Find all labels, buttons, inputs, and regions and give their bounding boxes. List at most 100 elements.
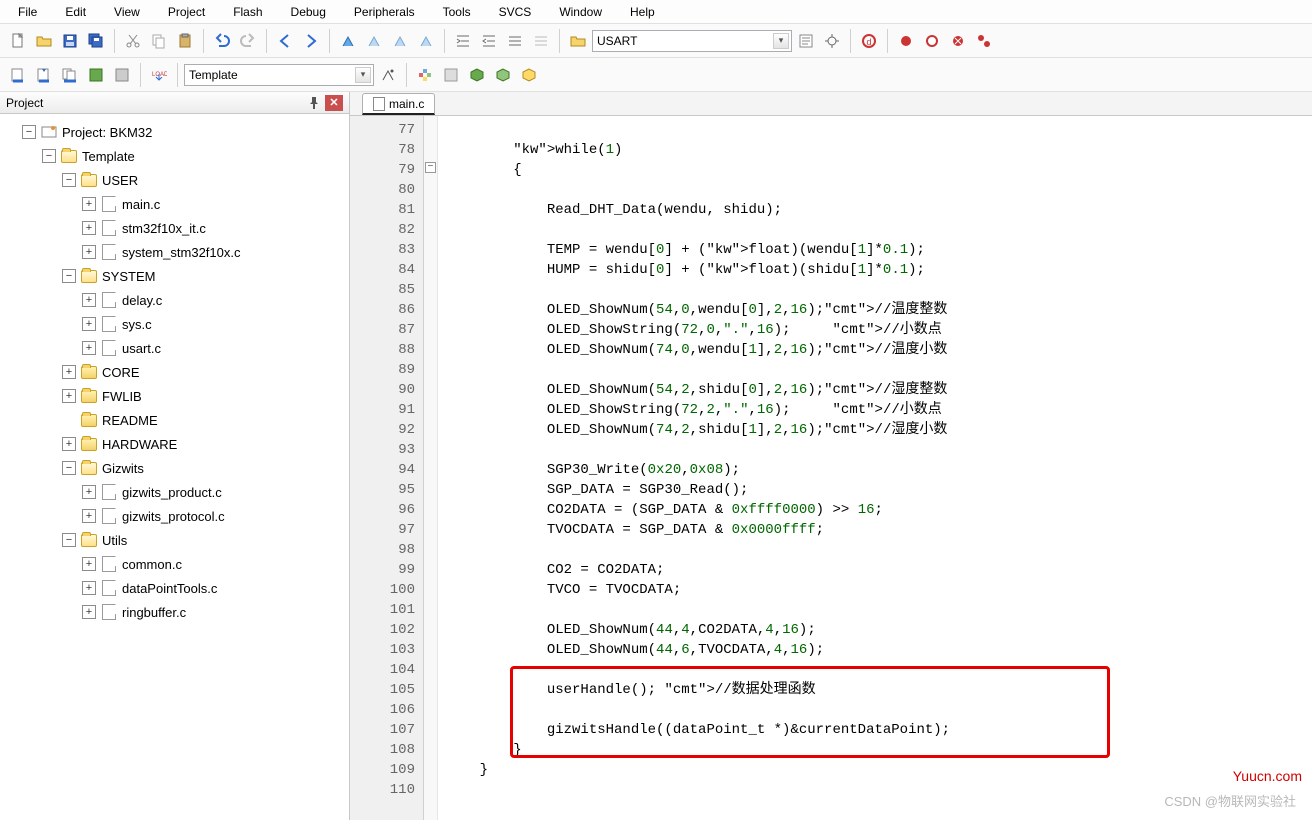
tree-node-fwlib[interactable]: +FWLIB: [4, 384, 345, 408]
tree-file[interactable]: +dataPointTools.c: [4, 576, 345, 600]
uncomment-button[interactable]: [529, 29, 553, 53]
target-select[interactable]: USART ▾: [592, 30, 792, 52]
nav-back-button[interactable]: [273, 29, 297, 53]
tree-file[interactable]: +stm32f10x_it.c: [4, 216, 345, 240]
rebuild-button[interactable]: [58, 63, 82, 87]
menu-peripherals[interactable]: Peripherals: [340, 3, 429, 21]
fold-collapse-icon[interactable]: −: [425, 162, 436, 173]
menu-file[interactable]: File: [4, 3, 51, 21]
tree-file[interactable]: +main.c: [4, 192, 345, 216]
pack-gold-button[interactable]: [517, 63, 541, 87]
menu-view[interactable]: View: [100, 3, 154, 21]
tree-label: dataPointTools.c: [122, 581, 217, 596]
menu-edit[interactable]: Edit: [51, 3, 100, 21]
translate-button[interactable]: [6, 63, 30, 87]
tree-file[interactable]: +delay.c: [4, 288, 345, 312]
menu-help[interactable]: Help: [616, 3, 669, 21]
stop-build-button[interactable]: [110, 63, 134, 87]
project-pane: Project ✕ −Project: BKM32 −Template −USE…: [0, 92, 350, 820]
outdent-button[interactable]: [477, 29, 501, 53]
menu-debug[interactable]: Debug: [277, 3, 340, 21]
target-select-value: USART: [597, 34, 637, 48]
config-select-value: Template: [189, 68, 238, 82]
nav-forward-button[interactable]: [299, 29, 323, 53]
tree-file[interactable]: +gizwits_product.c: [4, 480, 345, 504]
editor-tabstrip: main.c: [350, 92, 1312, 116]
chevron-down-icon: ▾: [773, 33, 789, 49]
code-editor[interactable]: 7778798081828384858687888990919293949596…: [350, 116, 1312, 820]
config-select[interactable]: Template ▾: [184, 64, 374, 86]
download-button[interactable]: LOAD: [147, 63, 171, 87]
tree-root-label: Project: BKM32: [62, 125, 152, 140]
breakpoint-insert-button[interactable]: [894, 29, 918, 53]
manage-rte-button[interactable]: [413, 63, 437, 87]
tree-node-system[interactable]: −SYSTEM: [4, 264, 345, 288]
pin-icon[interactable]: [305, 95, 323, 111]
tree-node-core[interactable]: +CORE: [4, 360, 345, 384]
cfile-icon: [100, 315, 118, 333]
breakpoint-window-button[interactable]: [972, 29, 996, 53]
pack-installer-button[interactable]: [465, 63, 489, 87]
bookmark-next-button[interactable]: [388, 29, 412, 53]
copy-button[interactable]: [147, 29, 171, 53]
cfile-icon: [373, 97, 385, 111]
editor-tab-label: main.c: [389, 97, 424, 111]
pack-green-button[interactable]: [491, 63, 515, 87]
tree-node-hardware[interactable]: +HARDWARE: [4, 432, 345, 456]
main-toolbar: USART ▾ d: [0, 24, 1312, 58]
menu-svcs[interactable]: SVCS: [485, 3, 546, 21]
breakpoint-kill-button[interactable]: [946, 29, 970, 53]
undo-button[interactable]: [210, 29, 234, 53]
tree-label: system_stm32f10x.c: [122, 245, 241, 260]
cut-button[interactable]: [121, 29, 145, 53]
bookmark-clear-button[interactable]: [414, 29, 438, 53]
paste-button[interactable]: [173, 29, 197, 53]
tree-root[interactable]: −Project: BKM32: [4, 120, 345, 144]
configure-button[interactable]: [820, 29, 844, 53]
folder-icon: [80, 435, 98, 453]
comment-button[interactable]: [503, 29, 527, 53]
tree-file[interactable]: +ringbuffer.c: [4, 600, 345, 624]
bookmark-toggle-button[interactable]: [336, 29, 360, 53]
code-content[interactable]: "kw">while(1) { Read_DHT_Data(wendu, shi…: [438, 116, 1312, 820]
find-button[interactable]: [566, 29, 590, 53]
folder-icon: [80, 267, 98, 285]
redo-button[interactable]: [236, 29, 260, 53]
indent-button[interactable]: [451, 29, 475, 53]
options-button[interactable]: [794, 29, 818, 53]
bookmark-prev-button[interactable]: [362, 29, 386, 53]
tree-file[interactable]: +sys.c: [4, 312, 345, 336]
tree-label: main.c: [122, 197, 160, 212]
tree-node-readme[interactable]: README: [4, 408, 345, 432]
save-all-button[interactable]: [84, 29, 108, 53]
tree-file[interactable]: +common.c: [4, 552, 345, 576]
tree-node-utils[interactable]: −Utils: [4, 528, 345, 552]
editor-tab-main[interactable]: main.c: [362, 93, 435, 115]
fold-gutter: −: [424, 116, 438, 820]
breakpoint-disable-button[interactable]: [920, 29, 944, 53]
menu-tools[interactable]: Tools: [429, 3, 485, 21]
build-toolbar: LOAD Template ▾: [0, 58, 1312, 92]
close-icon[interactable]: ✕: [325, 95, 343, 111]
open-file-button[interactable]: [32, 29, 56, 53]
tree-file[interactable]: +system_stm32f10x.c: [4, 240, 345, 264]
editor-area: main.c 777879808182838485868788899091929…: [350, 92, 1312, 820]
tree-file[interactable]: +usart.c: [4, 336, 345, 360]
tree-node-template[interactable]: −Template: [4, 144, 345, 168]
project-tree[interactable]: −Project: BKM32 −Template −USER +main.c …: [0, 114, 349, 820]
project-icon: [40, 123, 58, 141]
debug-start-button[interactable]: d: [857, 29, 881, 53]
tree-file[interactable]: +gizwits_protocol.c: [4, 504, 345, 528]
select-packs-button[interactable]: [439, 63, 463, 87]
tree-node-user[interactable]: −USER: [4, 168, 345, 192]
build-button[interactable]: [32, 63, 56, 87]
menu-flash[interactable]: Flash: [219, 3, 276, 21]
batch-build-button[interactable]: [84, 63, 108, 87]
menu-window[interactable]: Window: [545, 3, 616, 21]
tree-node-gizwits[interactable]: −Gizwits: [4, 456, 345, 480]
target-options-button[interactable]: [376, 63, 400, 87]
watermark-right: Yuucn.com: [1233, 768, 1302, 784]
save-button[interactable]: [58, 29, 82, 53]
new-file-button[interactable]: [6, 29, 30, 53]
menu-project[interactable]: Project: [154, 3, 219, 21]
